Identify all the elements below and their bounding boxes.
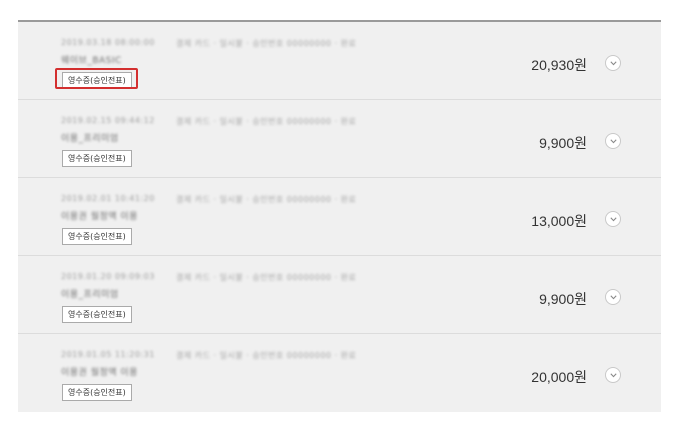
expand-button[interactable] — [605, 211, 621, 227]
transaction-amount: 9,900원 — [539, 135, 587, 151]
receipt-button[interactable]: 영수증(승인전표) — [62, 228, 132, 245]
transaction-amount: 9,900원 — [539, 291, 587, 307]
chevron-down-icon — [610, 139, 617, 144]
transaction-amount: 20,000원 — [531, 369, 587, 385]
transaction-details: 결제 카드 · 일시불 · 승인번호 00000000 · 완료 — [176, 195, 357, 204]
receipt-button[interactable]: 영수증(승인전표) — [62, 72, 132, 89]
transaction-amount: 13,000원 — [531, 213, 587, 229]
chevron-down-icon — [610, 295, 617, 300]
receipt-button[interactable]: 영수증(승인전표) — [62, 384, 132, 401]
transaction-amount: 20,930원 — [531, 57, 587, 73]
expand-button[interactable] — [605, 367, 621, 383]
expand-button[interactable] — [605, 289, 621, 305]
transaction-row: 2019.01.05 11:20:31 결제 카드 · 일시불 · 승인번호 0… — [18, 334, 661, 412]
transaction-item-name: 이용_프리미엄 — [61, 290, 119, 300]
transaction-date: 2019.01.05 11:20:31 — [61, 350, 155, 359]
transaction-item-name: 웨이브_BASIC — [61, 56, 122, 66]
transaction-date: 2019.01.20 09:09:03 — [61, 272, 155, 281]
payment-history-list: 2019.03.18 08:00:00 결제 카드 · 일시불 · 승인번호 0… — [18, 20, 661, 412]
expand-button[interactable] — [605, 55, 621, 71]
transaction-details: 결제 카드 · 일시불 · 승인번호 00000000 · 완료 — [176, 351, 357, 360]
chevron-down-icon — [610, 61, 617, 66]
transaction-details: 결제 카드 · 일시불 · 승인번호 00000000 · 완료 — [176, 39, 357, 48]
transaction-row: 2019.01.20 09:09:03 결제 카드 · 일시불 · 승인번호 0… — [18, 256, 661, 334]
transaction-date: 2019.02.01 10:41:20 — [61, 194, 155, 203]
transaction-row: 2019.02.15 09:44:12 결제 카드 · 일시불 · 승인번호 0… — [18, 100, 661, 178]
expand-button[interactable] — [605, 133, 621, 149]
transaction-date: 2019.03.18 08:00:00 — [61, 38, 155, 47]
transaction-item-name: 이용권 월정액 이용 — [61, 368, 138, 378]
transaction-item-name: 이용권 월정액 이용 — [61, 212, 138, 222]
transaction-item-name: 이용_프리미엄 — [61, 134, 119, 144]
chevron-down-icon — [610, 217, 617, 222]
transaction-details: 결제 카드 · 일시불 · 승인번호 00000000 · 완료 — [176, 273, 357, 282]
transaction-row: 2019.02.01 10:41:20 결제 카드 · 일시불 · 승인번호 0… — [18, 178, 661, 256]
receipt-button[interactable]: 영수증(승인전표) — [62, 306, 132, 323]
transaction-row: 2019.03.18 08:00:00 결제 카드 · 일시불 · 승인번호 0… — [18, 22, 661, 100]
receipt-button[interactable]: 영수증(승인전표) — [62, 150, 132, 167]
transaction-date: 2019.02.15 09:44:12 — [61, 116, 155, 125]
chevron-down-icon — [610, 373, 617, 378]
transaction-details: 결제 카드 · 일시불 · 승인번호 00000000 · 완료 — [176, 117, 357, 126]
